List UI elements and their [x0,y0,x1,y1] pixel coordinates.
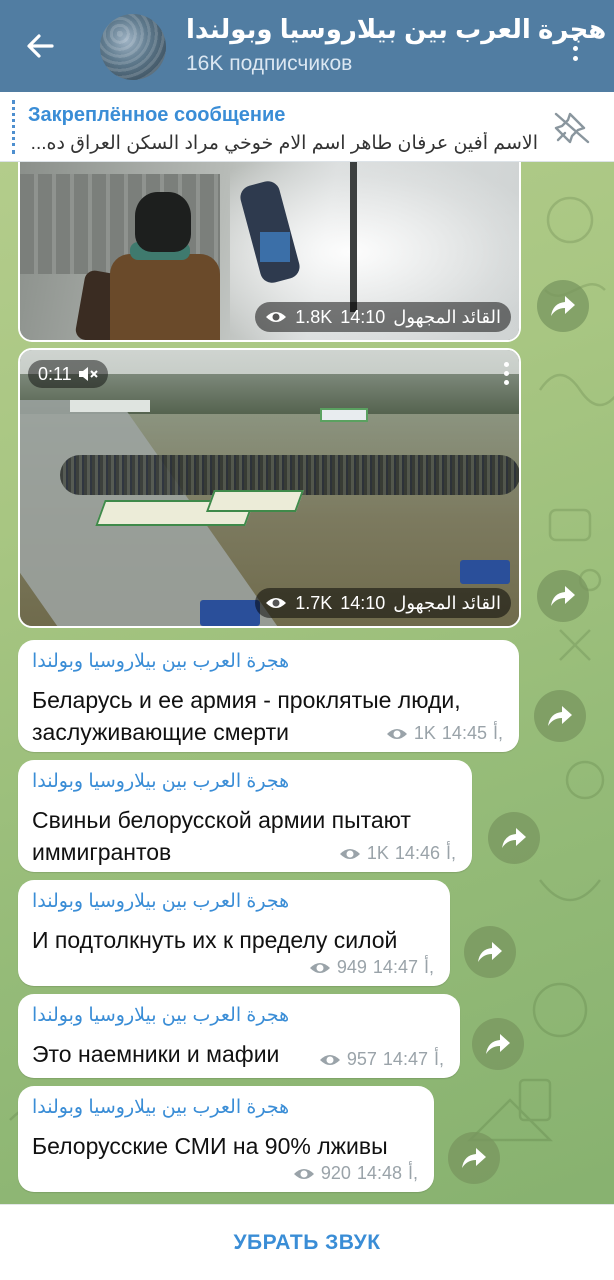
mute-icon [78,367,98,381]
channel-avatar[interactable] [100,14,166,80]
text-message[interactable]: هجرة العرب بين بيلاروسيا وبولندا Свиньи … [18,760,472,872]
share-icon [548,706,572,726]
share-button[interactable] [448,1132,500,1184]
sender-name[interactable]: هجرة العرب بين بيلاروسيا وبولندا [32,1096,289,1119]
author-signature: أ, [445,843,456,863]
bottom-bar: УБРАТЬ ЗВУК [0,1204,614,1280]
message-time: 14:45 [441,723,487,743]
text-message[interactable]: هجرة العرب بين بيلاروسيا وبولندا Это нае… [18,994,460,1078]
text-message[interactable]: هجرة العرب بين بيلاروسيا وبولندا Беларус… [18,640,519,752]
share-button[interactable] [488,812,540,864]
share-icon [486,1034,510,1054]
message-meta: 1K 14:45 أ, [386,723,503,744]
share-button[interactable] [534,690,586,742]
view-count: 1.7K [295,592,333,613]
author-signature: أ, [423,957,434,977]
chat-header: هجرة العرب بين بيلاروسيا وبولندا 16K под… [0,0,614,92]
author-signature: القائد المجهول [393,306,501,327]
message-text: Белорусские СМИ на 90% лживы [32,1133,388,1159]
eye-icon [266,312,287,322]
share-icon [478,942,502,962]
pinned-label: Закреплённое сообщение [28,104,286,126]
author-signature: أ, [433,1049,444,1069]
unpin-button[interactable] [550,108,594,148]
sender-name[interactable]: هجرة العرب بين بيلاروسيا وبولندا [32,650,289,673]
message-meta: 949 14:47 أ, [309,957,434,978]
unmute-button[interactable]: УБРАТЬ ЗВУК [233,1231,380,1255]
video-message-2[interactable]: 0:11 1.7K 14:10 القائد المجهول [18,348,521,628]
share-icon [462,1148,486,1168]
share-button[interactable] [472,1018,524,1070]
pinned-text: الاسم أفين عرفان طاهر اسم الام خوخي مراد… [30,133,538,154]
view-count: 1K [413,723,436,743]
message-text: И подтолкнуть их к пределу силой [32,927,398,953]
message-meta: 1K 14:46 أ, [339,843,456,864]
media-meta: 1.8K 14:10 القائد المجهول [255,302,511,332]
eye-icon [339,848,360,859]
subscriber-count: 16K подписчиков [186,52,353,75]
message-meta: 957 14:47 أ, [319,1049,444,1070]
eye-icon [319,1054,340,1065]
text-message[interactable]: هجرة العرب بين بيلاروسيا وبولندا Белорус… [18,1086,434,1192]
eye-icon [309,962,330,973]
video-message-1[interactable]: 1.8K 14:10 القائد المجهول [18,162,521,342]
text-message[interactable]: هجرة العرب بين بيلاروسيا وبولندا И подто… [18,880,450,986]
channel-title[interactable]: هجرة العرب بين بيلاروسيا وبولندا [186,14,606,45]
share-icon [502,828,526,848]
more-vert-icon[interactable] [560,28,590,68]
view-count: 1K [366,843,389,863]
duration-text: 0:11 [38,363,72,384]
pin-off-icon [554,112,590,144]
video-duration[interactable]: 0:11 [28,360,108,388]
pinned-message-bar[interactable]: Закреплённое сообщение الاسم أفين عرفان … [0,92,614,162]
back-button[interactable] [18,24,62,68]
sender-name[interactable]: هجرة العرب بين بيلاروسيا وبولندا [32,1004,289,1027]
message-time: 14:48 [356,1163,402,1183]
view-count: 949 [336,957,367,977]
message-time: 14:10 [340,306,386,327]
message-time: 14:47 [372,957,418,977]
message-meta: 920 14:48 أ, [293,1163,418,1184]
share-button[interactable] [464,926,516,978]
message-time: 14:10 [340,592,386,613]
view-count: 1.8K [295,306,333,327]
sender-name[interactable]: هجرة العرب بين بيلاروسيا وبولندا [32,890,289,913]
share-icon [551,296,575,316]
eye-icon [293,1168,314,1179]
share-button[interactable] [537,280,589,332]
sender-name[interactable]: هجرة العرب بين بيلاروسيا وبولندا [32,770,289,793]
share-button[interactable] [537,570,589,622]
view-count: 920 [320,1163,351,1183]
eye-icon [266,598,287,608]
media-meta: 1.7K 14:10 القائد المجهول [255,588,511,618]
message-time: 14:46 [394,843,440,863]
author-signature: أ, [492,723,503,743]
view-count: 957 [346,1049,377,1069]
back-arrow-icon [27,34,54,58]
more-vert-icon[interactable] [504,362,509,385]
share-icon [551,586,575,606]
message-text: Это наемники и мафии [32,1041,280,1067]
message-time: 14:47 [382,1049,428,1069]
pinned-indicator [12,100,15,154]
author-signature: أ, [407,1163,418,1183]
eye-icon [386,728,407,739]
author-signature: القائد المجهول [393,592,501,613]
